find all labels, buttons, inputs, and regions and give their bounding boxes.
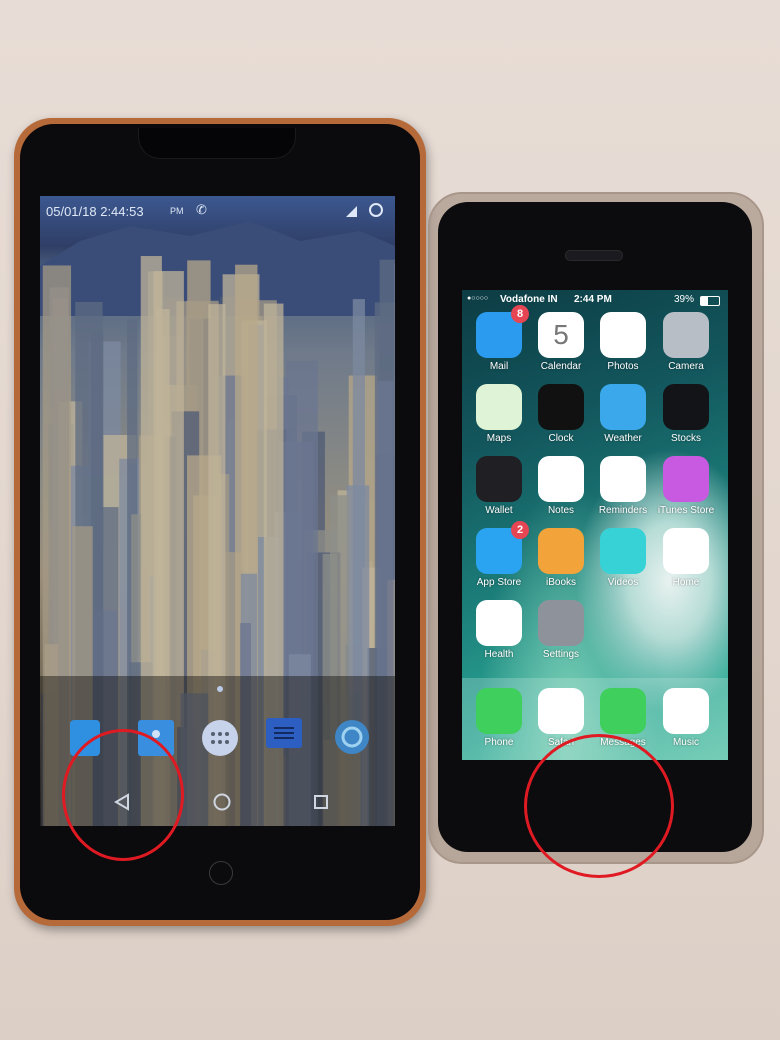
app-notes[interactable]: Notes: [530, 456, 592, 516]
app-label: Maps: [486, 433, 512, 444]
maps-icon: [476, 384, 522, 430]
carrier-name: Vodafone IN: [500, 294, 558, 305]
app-label: Weather: [604, 433, 642, 444]
clock-icon: [538, 384, 584, 430]
wallet-icon: [476, 456, 522, 502]
app-maps[interactable]: Maps: [468, 384, 530, 444]
app-itunes-store[interactable]: iTunes Store: [655, 456, 717, 516]
call-forward-icon: ✆: [196, 202, 207, 217]
page-indicator-dot: [217, 686, 223, 692]
app-label: Photos: [607, 361, 639, 372]
app-label: iBooks: [545, 577, 576, 588]
app-settings[interactable]: Settings: [530, 600, 592, 660]
app-clock[interactable]: Clock: [530, 384, 592, 444]
mail-icon: 8: [476, 305, 529, 358]
home-icon[interactable]: [212, 792, 232, 812]
iphone-speaker: [565, 250, 623, 261]
home-icon: [663, 528, 709, 574]
app-reminders[interactable]: Reminders: [592, 456, 654, 516]
dock-app-phone[interactable]: Phone: [468, 688, 530, 748]
messages-icon[interactable]: [266, 718, 302, 748]
battery-icon: [700, 296, 720, 306]
app-drawer-icon[interactable]: [202, 720, 238, 756]
photos-icon: [600, 312, 646, 358]
iphone-status-bar: ●○○○○ Vodafone IN 2:44 PM 39%: [462, 292, 728, 308]
android-ampm: PM: [170, 206, 184, 216]
app-camera[interactable]: Camera: [655, 312, 717, 372]
ibooks-icon: [538, 528, 584, 574]
app-videos[interactable]: Videos: [592, 528, 654, 588]
app-label: Music: [672, 737, 700, 748]
messages-icon: [600, 688, 646, 734]
reminders-icon: [600, 456, 646, 502]
signal-icon: [346, 206, 357, 217]
app-home[interactable]: Home: [655, 528, 717, 588]
app-label: Camera: [668, 361, 704, 372]
health-icon: [476, 600, 522, 646]
app-label: Mail: [489, 361, 509, 372]
app-app-store[interactable]: 2 App Store: [468, 521, 530, 588]
videos-icon: [600, 528, 646, 574]
app-label: Calendar: [540, 361, 582, 372]
app-label: Home: [672, 577, 700, 588]
dock-app-music[interactable]: Music: [655, 688, 717, 748]
app-wallet[interactable]: Wallet: [468, 456, 530, 516]
settings-icon[interactable]: [333, 718, 369, 754]
calendar-date: 5: [553, 319, 569, 350]
highlight-circle-android-back: [62, 729, 184, 861]
signal-dots: ●○○○○: [467, 295, 489, 302]
app-stocks[interactable]: Stocks: [655, 384, 717, 444]
weather-icon: [600, 384, 646, 430]
android-datetime: 05/01/18 2:44:53: [46, 204, 144, 219]
calendar-icon: 5: [538, 312, 584, 358]
highlight-circle-iphone-home: [524, 734, 674, 878]
notification-badge: 2: [511, 521, 529, 539]
notification-badge: 8: [511, 305, 529, 323]
app-photos[interactable]: Photos: [592, 312, 654, 372]
app-label: Phone: [484, 737, 514, 748]
iphone-time: 2:44 PM: [574, 294, 612, 305]
safari-icon: [538, 688, 584, 734]
app-label: Wallet: [485, 505, 513, 516]
stocks-icon: [663, 384, 709, 430]
app-calendar[interactable]: 5 Calendar: [530, 312, 592, 372]
battery-percent: 39%: [674, 294, 695, 305]
app-mail[interactable]: 8 Mail: [468, 305, 530, 372]
grid-dots-icon: [211, 732, 229, 744]
android-physical-home-button[interactable]: [209, 861, 233, 885]
settings-icon: [538, 600, 584, 646]
app-label: Clock: [548, 433, 574, 444]
sync-circle-icon: [369, 203, 383, 217]
app-label: iTunes Store: [657, 505, 715, 516]
notes-icon: [538, 456, 584, 502]
app-weather[interactable]: Weather: [592, 384, 654, 444]
app-label: Settings: [542, 649, 580, 660]
app-ibooks[interactable]: iBooks: [530, 528, 592, 588]
app-health[interactable]: Health: [468, 600, 530, 660]
app-label: App Store: [476, 577, 522, 588]
itunes-store-icon: [663, 456, 709, 502]
phone-icon: [476, 688, 522, 734]
app-store-icon: 2: [476, 521, 529, 574]
app-label: Reminders: [598, 505, 648, 516]
app-label: Health: [484, 649, 514, 660]
android-status-bar: 05/01/18 2:44:53 PM ✆: [40, 198, 395, 224]
app-label: Videos: [607, 577, 639, 588]
app-label: Notes: [547, 505, 575, 516]
android-notch: [138, 128, 296, 159]
camera-icon: [663, 312, 709, 358]
app-label: Stocks: [670, 433, 701, 444]
recents-icon[interactable]: [313, 794, 329, 810]
music-icon: [663, 688, 709, 734]
